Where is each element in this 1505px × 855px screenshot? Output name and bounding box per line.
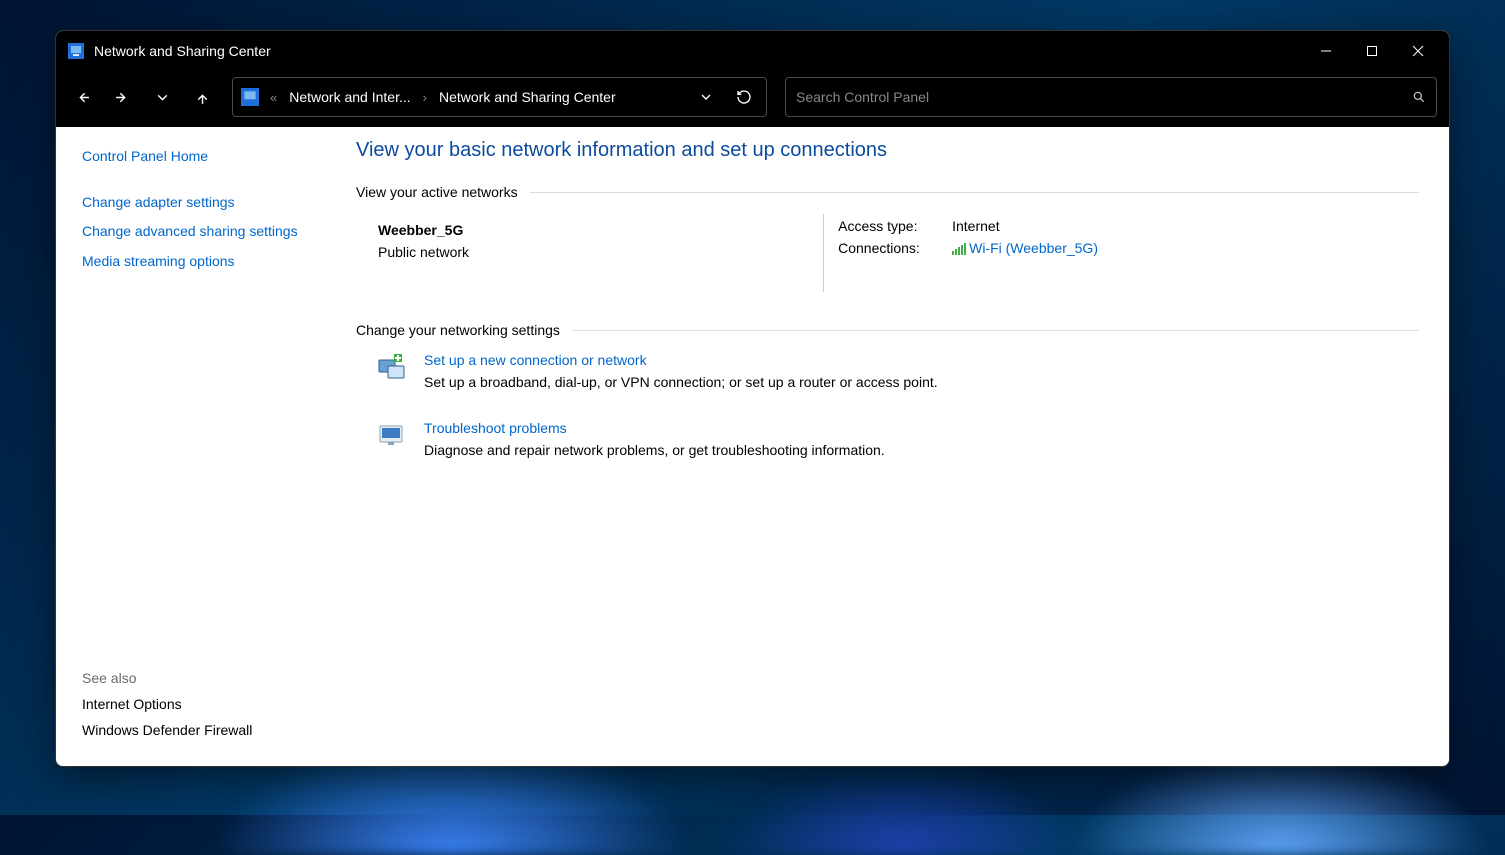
maximize-button[interactable] <box>1349 31 1395 71</box>
chevron-right-icon: › <box>423 90 427 105</box>
breadcrumb-segment-1[interactable]: Network and Inter... <box>289 89 410 105</box>
wifi-signal-icon <box>952 242 966 258</box>
network-name: Weebber_5G <box>378 222 809 238</box>
setup-connection-icon <box>378 354 410 390</box>
address-bar[interactable]: « Network and Inter... › Network and Sha… <box>232 77 767 117</box>
setup-connection-desc: Set up a broadband, dial-up, or VPN conn… <box>424 374 938 390</box>
windows-defender-firewall-link[interactable]: Windows Defender Firewall <box>82 722 304 738</box>
address-dropdown-button[interactable] <box>690 81 722 113</box>
access-type-value: Internet <box>952 218 999 234</box>
history-dropdown-button[interactable] <box>144 80 180 114</box>
control-panel-icon <box>241 88 259 106</box>
network-summary: Weebber_5G Public network <box>378 214 809 292</box>
media-streaming-link[interactable]: Media streaming options <box>82 252 304 272</box>
access-type-label: Access type: <box>838 218 934 234</box>
vertical-divider <box>823 214 824 292</box>
search-input[interactable] <box>796 89 1412 105</box>
minimize-button[interactable] <box>1303 31 1349 71</box>
active-networks-header: View your active networks <box>356 184 1419 200</box>
control-panel-window: Network and Sharing Center « <box>55 30 1450 767</box>
active-networks: Weebber_5G Public network Access type: I… <box>378 214 1098 292</box>
troubleshoot-task: Troubleshoot problems Diagnose and repai… <box>378 420 1098 458</box>
navigation-bar: « Network and Inter... › Network and Sha… <box>56 71 1449 127</box>
change-settings-header: Change your networking settings <box>356 322 1419 338</box>
sidebar: Control Panel Home Change adapter settin… <box>56 127 326 766</box>
up-button[interactable] <box>184 80 220 114</box>
back-button[interactable] <box>64 80 100 114</box>
network-details: Access type: Internet Connections: Wi-Fi… <box>838 214 1098 292</box>
see-also-label: See also <box>82 670 304 686</box>
main-panel: View your basic network information and … <box>326 127 1449 766</box>
search-icon <box>1412 90 1426 104</box>
troubleshoot-desc: Diagnose and repair network problems, or… <box>424 442 885 458</box>
titlebar[interactable]: Network and Sharing Center <box>56 31 1449 71</box>
chevron-left-icon: « <box>270 90 277 105</box>
setup-connection-link[interactable]: Set up a new connection or network <box>424 352 938 368</box>
search-bar[interactable] <box>785 77 1437 117</box>
page-title: View your basic network information and … <box>356 139 1419 162</box>
change-adapter-settings-link[interactable]: Change adapter settings <box>82 193 304 213</box>
forward-button[interactable] <box>104 80 140 114</box>
change-advanced-sharing-link[interactable]: Change advanced sharing settings <box>82 222 304 242</box>
content-area: Control Panel Home Change adapter settin… <box>56 127 1449 766</box>
connections-label: Connections: <box>838 240 934 256</box>
breadcrumb-segment-2[interactable]: Network and Sharing Center <box>439 89 616 105</box>
network-type: Public network <box>378 244 809 260</box>
network-sharing-icon <box>68 43 84 59</box>
connection-link[interactable]: Wi-Fi (Weebber_5G) <box>952 240 1098 256</box>
troubleshoot-icon <box>378 422 410 458</box>
close-button[interactable] <box>1395 31 1441 71</box>
troubleshoot-link[interactable]: Troubleshoot problems <box>424 420 885 436</box>
refresh-button[interactable] <box>728 81 760 113</box>
internet-options-link[interactable]: Internet Options <box>82 696 304 712</box>
setup-connection-task: Set up a new connection or network Set u… <box>378 352 1098 390</box>
window-title: Network and Sharing Center <box>94 43 271 59</box>
control-panel-home-link[interactable]: Control Panel Home <box>82 147 304 167</box>
